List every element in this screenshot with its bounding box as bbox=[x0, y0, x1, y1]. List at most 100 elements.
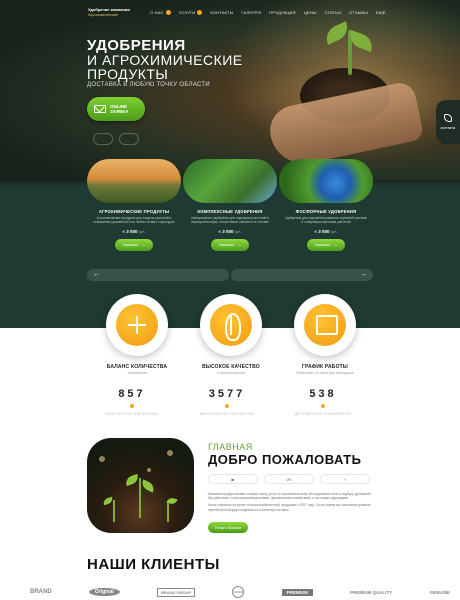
feature-circle bbox=[200, 294, 262, 356]
feature-sub: Работаем 24 часа без выходных bbox=[296, 371, 354, 375]
welcome-text: Компания предоставляет полный спектр усл… bbox=[208, 492, 372, 512]
plant-stem bbox=[113, 500, 115, 522]
online-request-label: ONLINE ЗАЯВКА bbox=[110, 104, 129, 114]
product-card: АГРОХИМИЧЕСКИЕ ПРОДУКТЫ Агрохимические п… bbox=[87, 159, 181, 251]
stat-dot bbox=[130, 404, 134, 408]
hero-pager bbox=[93, 133, 139, 145]
stat-label: ВЫПОЛНЕНО ПРОЕКТОВ bbox=[199, 411, 255, 416]
feature-sub: и экологичность bbox=[216, 371, 246, 375]
bokeh bbox=[167, 450, 173, 456]
badge-dot bbox=[165, 10, 171, 16]
feature-sub: Элементов bbox=[127, 371, 147, 375]
plant-stem bbox=[167, 502, 169, 522]
mail-icon bbox=[94, 105, 106, 113]
nav-item-about[interactable]: О НАС bbox=[150, 10, 171, 16]
feature-balance: БАЛАНС КОЛИЧЕСТВА Элементов bbox=[104, 294, 170, 375]
stat-number: 857 bbox=[118, 388, 146, 400]
hero-title-second: И АГРОХИМИЧЕСКИЕ ПРОДУКТЫ bbox=[87, 52, 243, 82]
wheat-icon bbox=[210, 304, 252, 346]
product-name: КОМПЛЕКСНЫЕ УДОБРЕНИЯ bbox=[197, 209, 263, 214]
feature-quality: ВЫСОКОЕ КАЧЕСТВО и экологичность bbox=[198, 294, 264, 375]
arrow-right-icon: → bbox=[333, 243, 338, 247]
product-name: ФОСФОРНЫЕ УДОБРЕНИЯ bbox=[295, 209, 357, 214]
product-price: ≈ 3 000 руб. bbox=[314, 229, 338, 234]
stat-dot bbox=[321, 404, 325, 408]
plant-stem bbox=[139, 478, 141, 518]
product-slider-nav: ← → bbox=[87, 269, 373, 281]
stat-contacts: 857 КОНТАКТОВ НАПИСАНО bbox=[87, 388, 177, 416]
feature-title: БАЛАНС КОЛИЧЕСТВА bbox=[106, 364, 168, 370]
welcome-title: ДОБРО ПОЖАЛОВАТЬ bbox=[208, 452, 362, 467]
arrow-right-icon: → bbox=[360, 271, 367, 278]
client-logo[interactable]: GENUINE bbox=[429, 590, 450, 595]
feature-circle bbox=[106, 294, 168, 356]
slider-prev-button[interactable]: ← bbox=[87, 269, 229, 281]
youtube-icon[interactable]: ▶ bbox=[208, 474, 258, 484]
top-bar: Удобрение компании Агрохимические О НАС … bbox=[88, 7, 386, 22]
nav-item-gallery[interactable]: ГАЛЕРЕЯ bbox=[242, 10, 262, 15]
site-logo[interactable]: Удобрение компании Агрохимические bbox=[88, 7, 130, 17]
stat-dot bbox=[225, 404, 229, 408]
product-desc: Удобрения для улучшения развития корнево… bbox=[285, 216, 367, 224]
product-price: ≈ 3 000 руб. bbox=[122, 229, 146, 234]
online-request-button[interactable]: ONLINE ЗАЯВКА bbox=[87, 97, 145, 121]
vk-icon[interactable]: VK bbox=[264, 474, 314, 484]
feature-title: ВЫСОКОЕ КАЧЕСТВО bbox=[202, 364, 260, 370]
facebook-icon[interactable]: f bbox=[320, 474, 370, 484]
nav-item-reviews[interactable]: ОТЗЫВЫ bbox=[349, 10, 368, 15]
plant-leaf bbox=[139, 479, 157, 493]
plant-leaf bbox=[102, 496, 114, 506]
feature-circle bbox=[294, 294, 356, 356]
product-image-tractor[interactable] bbox=[87, 159, 181, 203]
welcome-eyebrow: ГЛАВНАЯ bbox=[208, 442, 253, 452]
product-card: КОМПЛЕКСНЫЕ УДОБРЕНИЯ Минеральные удобре… bbox=[183, 159, 277, 251]
feature-schedule: ГРАФИК РАБОТЫ Работаем 24 часа без выход… bbox=[292, 294, 358, 375]
order-button[interactable]: Заказать → bbox=[307, 239, 345, 251]
clients-title: НАШИ КЛИЕНТЫ bbox=[87, 556, 220, 573]
product-card: ФОСФОРНЫЕ УДОБРЕНИЯ Удобрения для улучше… bbox=[279, 159, 373, 251]
product-desc: Агрохимические продукты для защиты расте… bbox=[93, 216, 175, 224]
client-logo[interactable]: PREMIUM bbox=[281, 588, 313, 596]
pager-dot[interactable] bbox=[93, 133, 113, 145]
nav-item-more[interactable]: ЕЩЁ bbox=[376, 10, 386, 15]
product-image-granules[interactable] bbox=[279, 159, 373, 203]
stat-number: 3577 bbox=[208, 388, 246, 400]
nav-item-products[interactable]: ПРОДУКЦИЯ bbox=[269, 10, 296, 15]
bokeh bbox=[99, 456, 105, 462]
hero-section: Удобрение компании Агрохимические О НАС … bbox=[0, 0, 460, 180]
client-logo[interactable]: Original bbox=[88, 588, 120, 596]
product-desc: Минеральные удобрения для подкормки раст… bbox=[191, 216, 269, 224]
client-logo[interactable]: PREMIUM QUALITY bbox=[350, 590, 392, 595]
arrow-left-icon: ← bbox=[93, 271, 100, 278]
order-button[interactable]: Заказать → bbox=[211, 239, 249, 251]
network-icon bbox=[116, 304, 158, 346]
bokeh bbox=[147, 468, 151, 472]
learn-more-button[interactable]: Узнать больше bbox=[208, 522, 248, 533]
contact-tab-label: контакты bbox=[440, 126, 456, 130]
welcome-image bbox=[87, 438, 194, 533]
stat-contracts: 538 ДОГОВОРОВ ЗАКЛЮЧЕНО bbox=[278, 388, 368, 416]
feature-title: ГРАФИК РАБОТЫ bbox=[301, 364, 349, 370]
nav-item-prices[interactable]: ЦЕНЫ bbox=[304, 10, 317, 15]
phone-icon bbox=[444, 114, 452, 122]
schedule-icon bbox=[304, 304, 346, 346]
client-logo[interactable]: LOGO bbox=[232, 586, 245, 598]
nav-item-articles[interactable]: СТАТЬИ bbox=[325, 10, 342, 15]
clients-logos: BRAND Original BRAND GROUP LOGO PREMIUM … bbox=[30, 586, 450, 598]
nav-item-contacts[interactable]: КОНТАКТЫ bbox=[210, 10, 233, 15]
nav-item-services[interactable]: УСЛУГИ bbox=[179, 10, 203, 16]
order-button[interactable]: Заказать → bbox=[115, 239, 153, 251]
client-logo[interactable]: BRAND GROUP bbox=[156, 587, 196, 597]
logo-line2: Агрохимические bbox=[88, 11, 119, 17]
social-links: ▶ VK f bbox=[208, 474, 370, 484]
stat-label: КОНТАКТОВ НАПИСАНО bbox=[105, 411, 159, 416]
contact-side-tab[interactable]: контакты bbox=[436, 100, 460, 144]
stat-label: ДОГОВОРОВ ЗАКЛЮЧЕНО bbox=[294, 411, 352, 416]
plant-leaf bbox=[124, 473, 140, 487]
product-image-gloves[interactable] bbox=[183, 159, 277, 203]
pager-dot[interactable] bbox=[119, 133, 139, 145]
product-price: ≈ 3 000 руб. bbox=[218, 229, 242, 234]
client-logo[interactable]: BRAND bbox=[30, 589, 52, 595]
product-name: АГРОХИМИЧЕСКИЕ ПРОДУКТЫ bbox=[98, 209, 170, 214]
slider-next-button[interactable]: → bbox=[231, 269, 373, 281]
